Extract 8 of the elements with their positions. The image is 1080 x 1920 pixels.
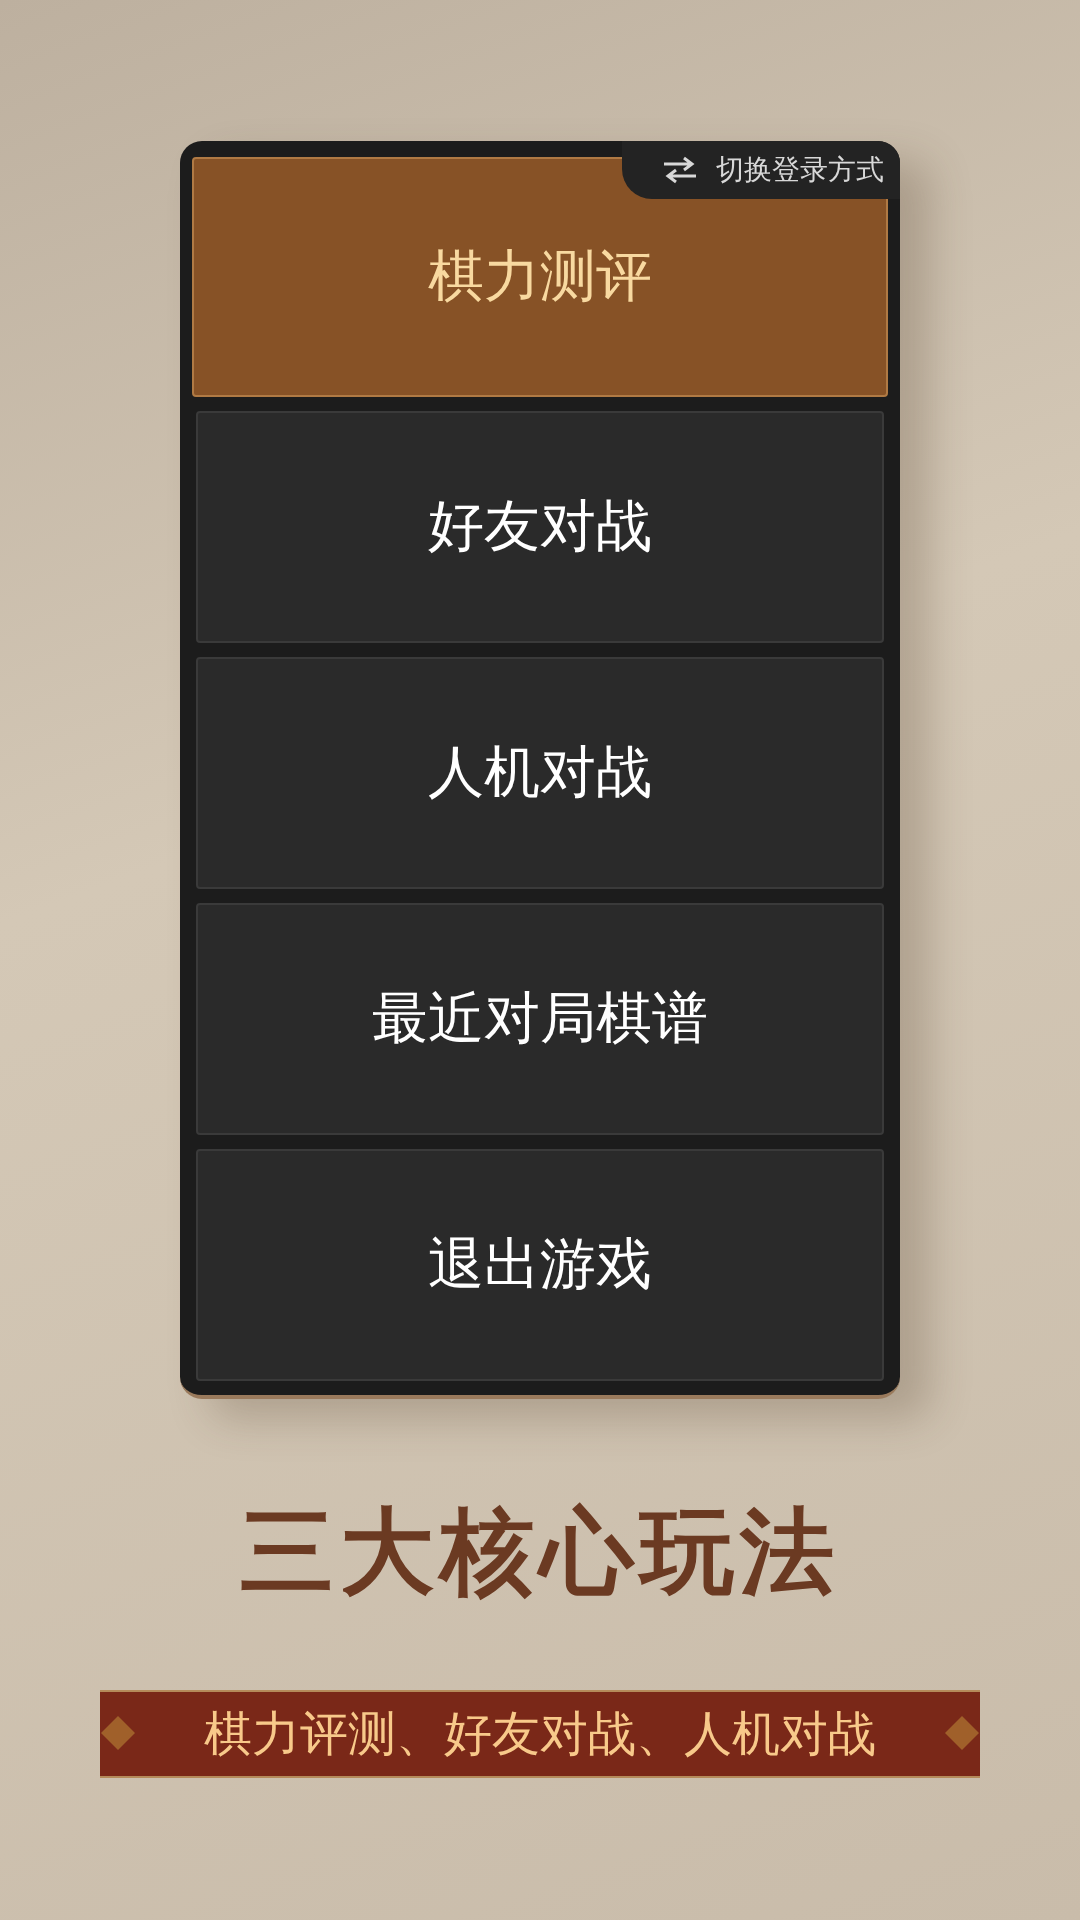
menu-button[interactable]: 最近对局棋谱	[196, 903, 884, 1135]
headline: 三大核心玩法	[240, 1496, 840, 1608]
menu-button[interactable]: 退出游戏	[196, 1149, 884, 1381]
subtitle: 棋力评测、好友对战、人机对战	[204, 1704, 876, 1763]
swap-arrows-icon	[662, 156, 698, 184]
menu-button[interactable]: 好友对战	[196, 411, 884, 643]
switch-login-button[interactable]: 切换登录方式	[622, 141, 900, 199]
menu-button[interactable]: 人机对战	[196, 657, 884, 889]
